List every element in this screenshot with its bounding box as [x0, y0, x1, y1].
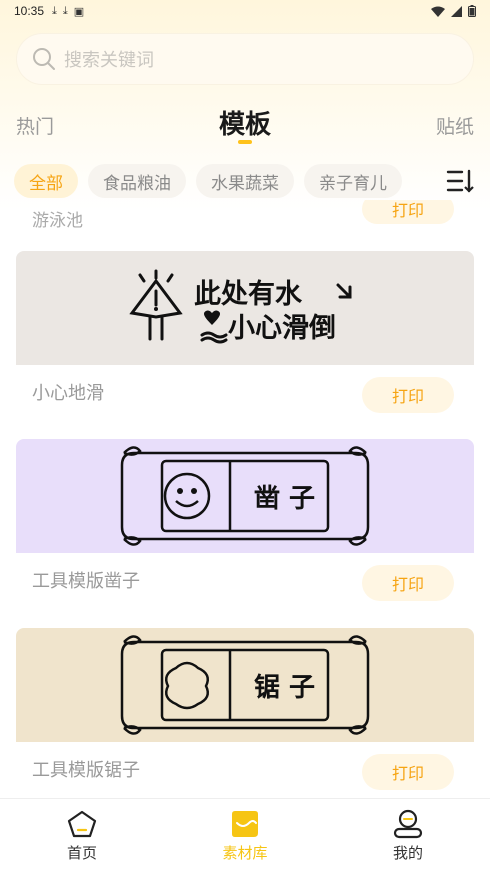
print-button[interactable]: 打印 — [362, 565, 454, 601]
template-preview[interactable]: 锯 子 — [16, 628, 474, 742]
signal-icon — [451, 5, 462, 17]
wifi-icon — [431, 6, 445, 17]
status-bar: 10:35 ⤓ ⤓ ▣ — [0, 0, 490, 22]
template-list: 游泳池 打印 此处有水 小心滑倒 小心地滑 打印 凿 子 工具模版凿子 打印 锯… — [0, 200, 490, 798]
profile-icon — [393, 809, 423, 839]
print-button[interactable]: 打印 — [362, 377, 454, 413]
chip-parenting[interactable]: 亲子育儿 — [304, 164, 402, 198]
notification-icon: ▣ — [73, 4, 85, 18]
template-title: 工具模版凿子 — [32, 571, 140, 592]
tab-templates[interactable]: 模板 — [0, 104, 490, 141]
sign-line-1: 此处有水 — [194, 279, 303, 310]
sign-line-2: 小心滑倒 — [228, 313, 336, 344]
template-label: 凿 子 — [254, 484, 315, 514]
template-title: 小心地滑 — [32, 383, 104, 404]
template-preview[interactable]: 凿 子 — [16, 439, 474, 553]
chisel-label-frame: 凿 子 — [120, 446, 370, 546]
template-label: 锯 子 — [254, 673, 315, 703]
nav-materials-label: 素材库 — [222, 844, 268, 862]
print-button[interactable]: 打印 — [362, 754, 454, 790]
nav-materials[interactable]: 素材库 — [185, 809, 305, 863]
battery-icon — [468, 5, 476, 17]
list-item[interactable]: 凿 子 工具模版凿子 打印 — [16, 439, 474, 613]
nav-home-label: 首页 — [66, 844, 97, 862]
download-icon: ⤓ — [52, 4, 57, 17]
category-chips: 全部 食品粮油 水果蔬菜 亲子育儿 — [14, 164, 402, 198]
list-item[interactable]: 锯 子 工具模版锯子 打印 — [16, 628, 474, 798]
slippery-floor-sign: 此处有水 小心滑倒 — [129, 269, 352, 344]
saw-label-frame: 锯 子 — [120, 635, 370, 735]
nav-home[interactable]: 首页 — [22, 809, 142, 863]
materials-icon — [232, 811, 258, 837]
tab-stickers[interactable]: 贴纸 — [436, 112, 474, 139]
template-title: 工具模版锯子 — [32, 760, 140, 781]
search-placeholder: 搜索关键词 — [64, 50, 154, 71]
chip-food-grain-oil[interactable]: 食品粮油 — [88, 164, 186, 198]
tab-indicator — [238, 140, 252, 144]
print-button[interactable]: 打印 — [362, 200, 454, 224]
bottom-nav: 首页 素材库 我的 — [0, 798, 490, 872]
home-icon — [67, 810, 97, 838]
search-input[interactable]: 搜索关键词 — [16, 33, 474, 85]
chip-fruit-vegetable[interactable]: 水果蔬菜 — [196, 164, 294, 198]
status-time: 10:35 — [14, 4, 45, 18]
nav-mine-label: 我的 — [392, 844, 423, 862]
template-title: 游泳池 — [32, 211, 83, 231]
nav-mine[interactable]: 我的 — [348, 809, 468, 863]
list-item: 游泳池 打印 — [16, 200, 474, 231]
search-icon — [33, 48, 55, 70]
list-item[interactable]: 此处有水 小心滑倒 小心地滑 打印 — [16, 251, 474, 425]
sort-menu-icon[interactable] — [446, 168, 474, 194]
template-preview[interactable]: 此处有水 小心滑倒 — [16, 251, 474, 365]
chip-all[interactable]: 全部 — [14, 164, 78, 198]
download-icon: ⤓ — [62, 4, 68, 17]
